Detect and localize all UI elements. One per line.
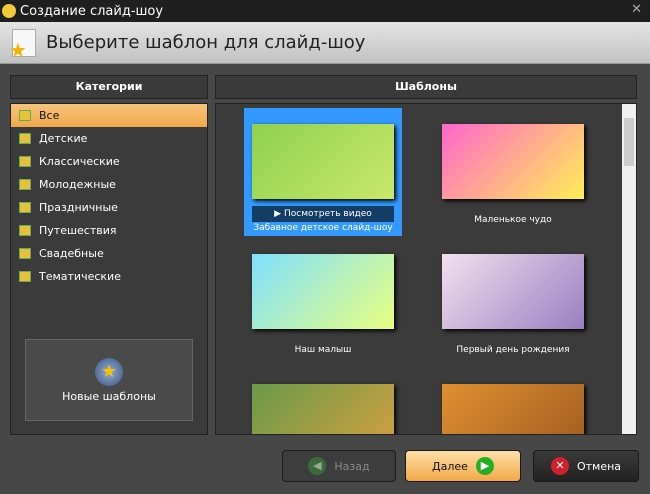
cancel-label: Отмена bbox=[576, 459, 622, 473]
template-tile[interactable] bbox=[244, 384, 402, 434]
close-icon[interactable]: ✕ bbox=[631, 2, 642, 17]
category-item[interactable]: Молодежные bbox=[11, 173, 207, 196]
cancel-button[interactable]: ✕ Отмена bbox=[533, 450, 639, 482]
category-icon bbox=[19, 202, 31, 213]
window-title: Создание слайд-шоу bbox=[20, 3, 164, 19]
app-icon bbox=[2, 4, 16, 18]
category-label: Путешествия bbox=[39, 224, 117, 237]
next-arrow-icon: ▶ bbox=[475, 457, 494, 475]
category-item[interactable]: Тематические bbox=[11, 265, 207, 288]
template-tile[interactable] bbox=[434, 384, 592, 434]
category-label: Праздничные bbox=[39, 201, 118, 214]
cancel-x-icon: ✕ bbox=[550, 457, 569, 475]
header: ★ Выберите шаблон для слайд-шоу bbox=[0, 22, 650, 64]
template-label: Забавное детское слайд-шоу bbox=[253, 223, 393, 233]
back-button[interactable]: ◀ Назад bbox=[282, 450, 396, 482]
next-label: Далее bbox=[432, 459, 468, 473]
template-thumbnail bbox=[442, 124, 584, 199]
category-label: Свадебные bbox=[39, 247, 104, 260]
category-label: Детские bbox=[39, 132, 88, 145]
category-label: Тематические bbox=[39, 270, 121, 283]
category-icon bbox=[19, 110, 31, 121]
template-tile[interactable]: Первый день рождения bbox=[434, 254, 592, 355]
star-document-icon: ★ bbox=[9, 28, 36, 62]
new-templates-button[interactable]: ★ Новые шаблоны bbox=[25, 339, 193, 421]
next-button[interactable]: Далее ▶ bbox=[405, 450, 521, 482]
category-item[interactable]: Детские bbox=[11, 127, 207, 150]
star-globe-icon: ★ bbox=[95, 358, 123, 386]
template-tile[interactable]: Наш малыш bbox=[244, 254, 402, 355]
template-grid: ▶ Посмотреть видео Забавное детское слайд… bbox=[215, 103, 637, 435]
category-label: Молодежные bbox=[39, 178, 116, 191]
category-list: Все Детские Классические Молодежные Празднич… bbox=[10, 103, 208, 435]
template-thumbnail bbox=[442, 384, 584, 434]
template-tile[interactable]: Маленькое чудо bbox=[434, 124, 592, 225]
category-item[interactable]: Путешествия bbox=[11, 219, 207, 242]
play-label: Посмотреть видео bbox=[283, 209, 372, 219]
category-icon bbox=[19, 179, 31, 190]
back-label: Назад bbox=[334, 459, 370, 473]
template-thumbnail bbox=[442, 254, 584, 329]
scrollbar-thumb[interactable] bbox=[624, 118, 634, 166]
category-icon bbox=[19, 156, 31, 167]
new-templates-label: Новые шаблоны bbox=[62, 390, 156, 403]
category-icon bbox=[19, 225, 31, 236]
category-item[interactable]: Свадебные bbox=[11, 242, 207, 265]
category-item[interactable]: Все bbox=[11, 104, 207, 127]
back-arrow-icon: ◀ bbox=[308, 457, 327, 475]
category-icon bbox=[19, 271, 31, 282]
page-title: Выберите шаблон для слайд-шоу bbox=[46, 32, 366, 53]
template-label: Наш малыш bbox=[294, 345, 352, 355]
template-thumbnail bbox=[252, 254, 394, 329]
category-item[interactable]: Классические bbox=[11, 150, 207, 173]
category-label: Классические bbox=[39, 155, 120, 168]
scrollbar[interactable] bbox=[622, 104, 636, 434]
template-tile[interactable]: ▶ Посмотреть видео Забавное детское слайд… bbox=[244, 108, 402, 236]
category-label: Все bbox=[39, 109, 60, 122]
category-icon bbox=[19, 248, 31, 259]
categories-header: Категории bbox=[10, 75, 208, 99]
templates-header: Шаблоны bbox=[215, 75, 637, 99]
template-thumbnail bbox=[252, 124, 394, 199]
template-label: Маленькое чудо bbox=[474, 215, 552, 225]
category-item[interactable]: Праздничные bbox=[11, 196, 207, 219]
template-label: Первый день рождения bbox=[456, 345, 570, 355]
title-bar: Создание слайд-шоу ✕ bbox=[0, 0, 650, 22]
category-icon bbox=[19, 133, 31, 144]
play-video-button[interactable]: ▶ Посмотреть видео bbox=[252, 206, 394, 222]
template-thumbnail bbox=[252, 384, 394, 434]
